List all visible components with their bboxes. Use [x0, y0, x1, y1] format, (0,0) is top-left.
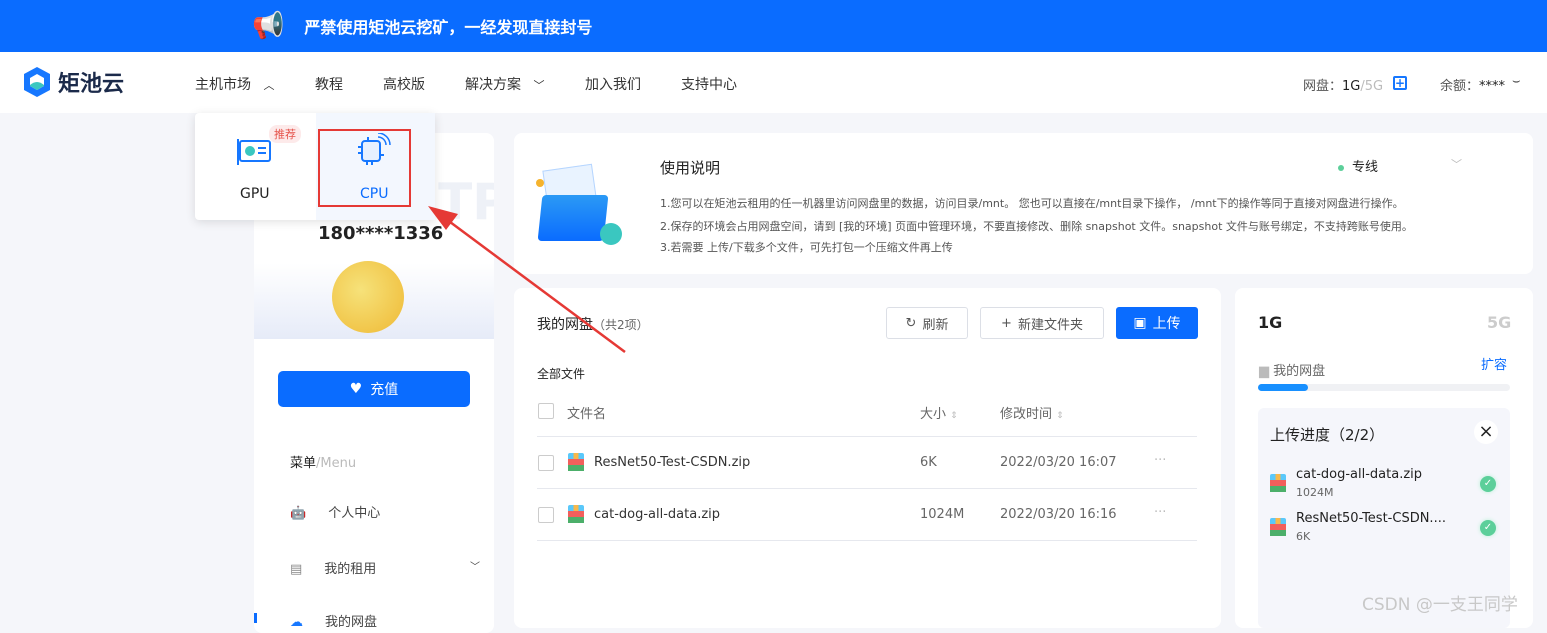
logo[interactable]: 矩池云 — [22, 66, 124, 98]
gpu-card-icon — [237, 139, 271, 165]
gpu-label: GPU — [240, 186, 270, 202]
chevron-down-icon: ﹀ — [1451, 158, 1462, 171]
eye-closed-icon[interactable]: ⌣ — [1512, 74, 1521, 89]
check-circle-icon: ✓ — [1480, 476, 1496, 492]
upload-file-name: ResNet50-Test-CSDN.... — [1296, 511, 1446, 526]
file-name[interactable]: cat-dog-all-data.zip — [594, 507, 720, 522]
info-line-2: 2.保存的环境会占用网盘空间，请到 [我的环境] 页面中管理环境，不要直接修改、… — [660, 220, 1413, 233]
disk-icon: ▆ — [1259, 364, 1269, 379]
robot-icon: 🤖 — [290, 506, 307, 521]
file-size: 1024M — [920, 507, 965, 522]
chevron-down-icon: ﹀ — [470, 562, 480, 573]
zip-file-icon — [1270, 518, 1286, 536]
refresh-icon: ↻ — [905, 315, 917, 331]
row-checkbox[interactable] — [538, 507, 554, 523]
logo-text: 矩池云 — [58, 72, 125, 97]
menu-item-disk[interactable]: ☁ 我的网盘 — [290, 611, 377, 630]
top-nav: 矩池云 主机市场 ︿ 教程 高校版 解决方案 ﹀ 加入我们 支持中心 网盘：1G… — [0, 52, 1547, 113]
file-name[interactable]: ResNet50-Test-CSDN.zip — [594, 455, 750, 470]
annotation-highlight-box — [318, 129, 411, 207]
nav-support[interactable]: 支持中心 — [681, 74, 737, 94]
nav-host-market[interactable]: 主机市场 ︿ — [195, 74, 274, 94]
megaphone-icon: 📢 — [252, 11, 285, 41]
upload-file-size: 1024M — [1296, 486, 1334, 499]
balance-info: 余额：**** — [1440, 79, 1506, 94]
nav-solutions[interactable]: 解决方案 ﹀ — [465, 74, 544, 94]
sort-icon: ⇕ — [950, 411, 958, 421]
expand-link[interactable]: 扩容 — [1481, 354, 1507, 373]
storage-label: ▆ 我的网盘 — [1259, 364, 1326, 379]
divider — [537, 488, 1197, 489]
column-header-name[interactable]: 文件名 — [567, 403, 606, 422]
column-header-size[interactable]: 大小 ⇕ — [920, 403, 958, 422]
sun-illustration — [332, 261, 404, 333]
folder-illustration — [536, 161, 622, 247]
nav-campus[interactable]: 高校版 — [383, 74, 425, 94]
nav-tutorial[interactable]: 教程 — [315, 74, 343, 94]
csdn-watermark: CSDN @一支王同学 — [1362, 595, 1518, 615]
check-circle-icon: ✓ — [1480, 520, 1496, 536]
nav-join[interactable]: 加入我们 — [585, 74, 641, 94]
banner-text: 严禁使用矩池云挖矿，一经发现直接封号 — [304, 18, 593, 37]
info-title: 使用说明 — [660, 159, 721, 177]
recharge-button[interactable]: ♥ 充值 — [278, 371, 470, 407]
zip-file-icon — [1270, 474, 1286, 492]
menu-item-rental[interactable]: ▤ 我的租用 ﹀ — [290, 558, 480, 577]
usage-info-card: 使用说明 专线 ﹀ 1.您可以在矩池云租用的任一机器里访问网盘里的数据，访问目录/… — [514, 133, 1533, 274]
breadcrumb[interactable]: 全部文件 — [537, 365, 585, 382]
rental-icon: ▤ — [290, 562, 303, 577]
logo-icon — [24, 67, 50, 97]
new-folder-button[interactable]: + 新建文件夹 — [980, 307, 1104, 339]
upload-folder-icon: ▣ — [1133, 315, 1147, 331]
line-select[interactable]: 专线 ﹀ — [1338, 156, 1462, 175]
divider — [537, 540, 1197, 541]
upload-file-size: 6K — [1296, 530, 1311, 543]
add-disk-icon[interactable]: + — [1393, 76, 1407, 90]
storage-total: 5G — [1487, 313, 1512, 332]
upload-button[interactable]: ▣ 上传 — [1116, 307, 1198, 339]
file-size: 6K — [920, 455, 937, 470]
select-all-checkbox[interactable] — [538, 403, 554, 419]
recommend-badge: 推荐 — [269, 125, 301, 143]
chevron-down-icon: ﹀ — [533, 79, 545, 92]
info-line-3: 3.若需要 上传/下载多个文件，可先打包一个压缩文件再上传 — [660, 241, 953, 254]
divider — [537, 436, 1197, 437]
more-icon[interactable]: ··· — [1154, 453, 1166, 468]
phone-number: 180****1336 — [318, 223, 444, 244]
announcement-banner: 📢 严禁使用矩池云挖矿，一经发现直接封号 — [0, 0, 1547, 52]
zip-file-icon — [568, 453, 584, 471]
menu-item-personal[interactable]: 🤖 个人中心 — [290, 502, 380, 521]
refresh-button[interactable]: ↻ 刷新 — [886, 307, 968, 339]
menu-title: 菜单/Menu — [290, 456, 357, 471]
upload-file-name: cat-dog-all-data.zip — [1296, 467, 1423, 482]
row-checkbox[interactable] — [538, 455, 554, 471]
info-line-1: 1.您可以在矩池云租用的任一机器里访问网盘里的数据，访问目录/mnt。 您也可以… — [660, 197, 1404, 210]
column-header-time[interactable]: 修改时间 ⇕ — [1000, 403, 1064, 422]
storage-used: 1G — [1258, 313, 1283, 332]
dropdown-item-gpu[interactable]: GPU 推荐 — [195, 113, 315, 220]
sort-icon: ⇕ — [1056, 411, 1064, 421]
storage-progress-bar — [1258, 384, 1510, 391]
cloud-icon: ☁ — [290, 615, 303, 630]
file-time: 2022/03/20 16:16 — [1000, 507, 1117, 522]
status-dot-icon — [1338, 164, 1344, 171]
files-title: 我的网盘（共2项） — [537, 317, 649, 333]
upload-title: 上传进度（2/2） — [1270, 426, 1385, 444]
close-icon[interactable]: × — [1474, 420, 1498, 444]
zip-file-icon — [568, 505, 584, 523]
disk-info: 网盘：1G/5G — [1303, 79, 1384, 94]
plus-icon: + — [1001, 315, 1012, 331]
file-time: 2022/03/20 16:07 — [1000, 455, 1117, 470]
diamond-icon: ♥ — [349, 381, 363, 397]
chevron-up-icon: ︿ — [263, 79, 275, 92]
active-indicator — [254, 613, 257, 623]
more-icon[interactable]: ··· — [1154, 505, 1166, 520]
